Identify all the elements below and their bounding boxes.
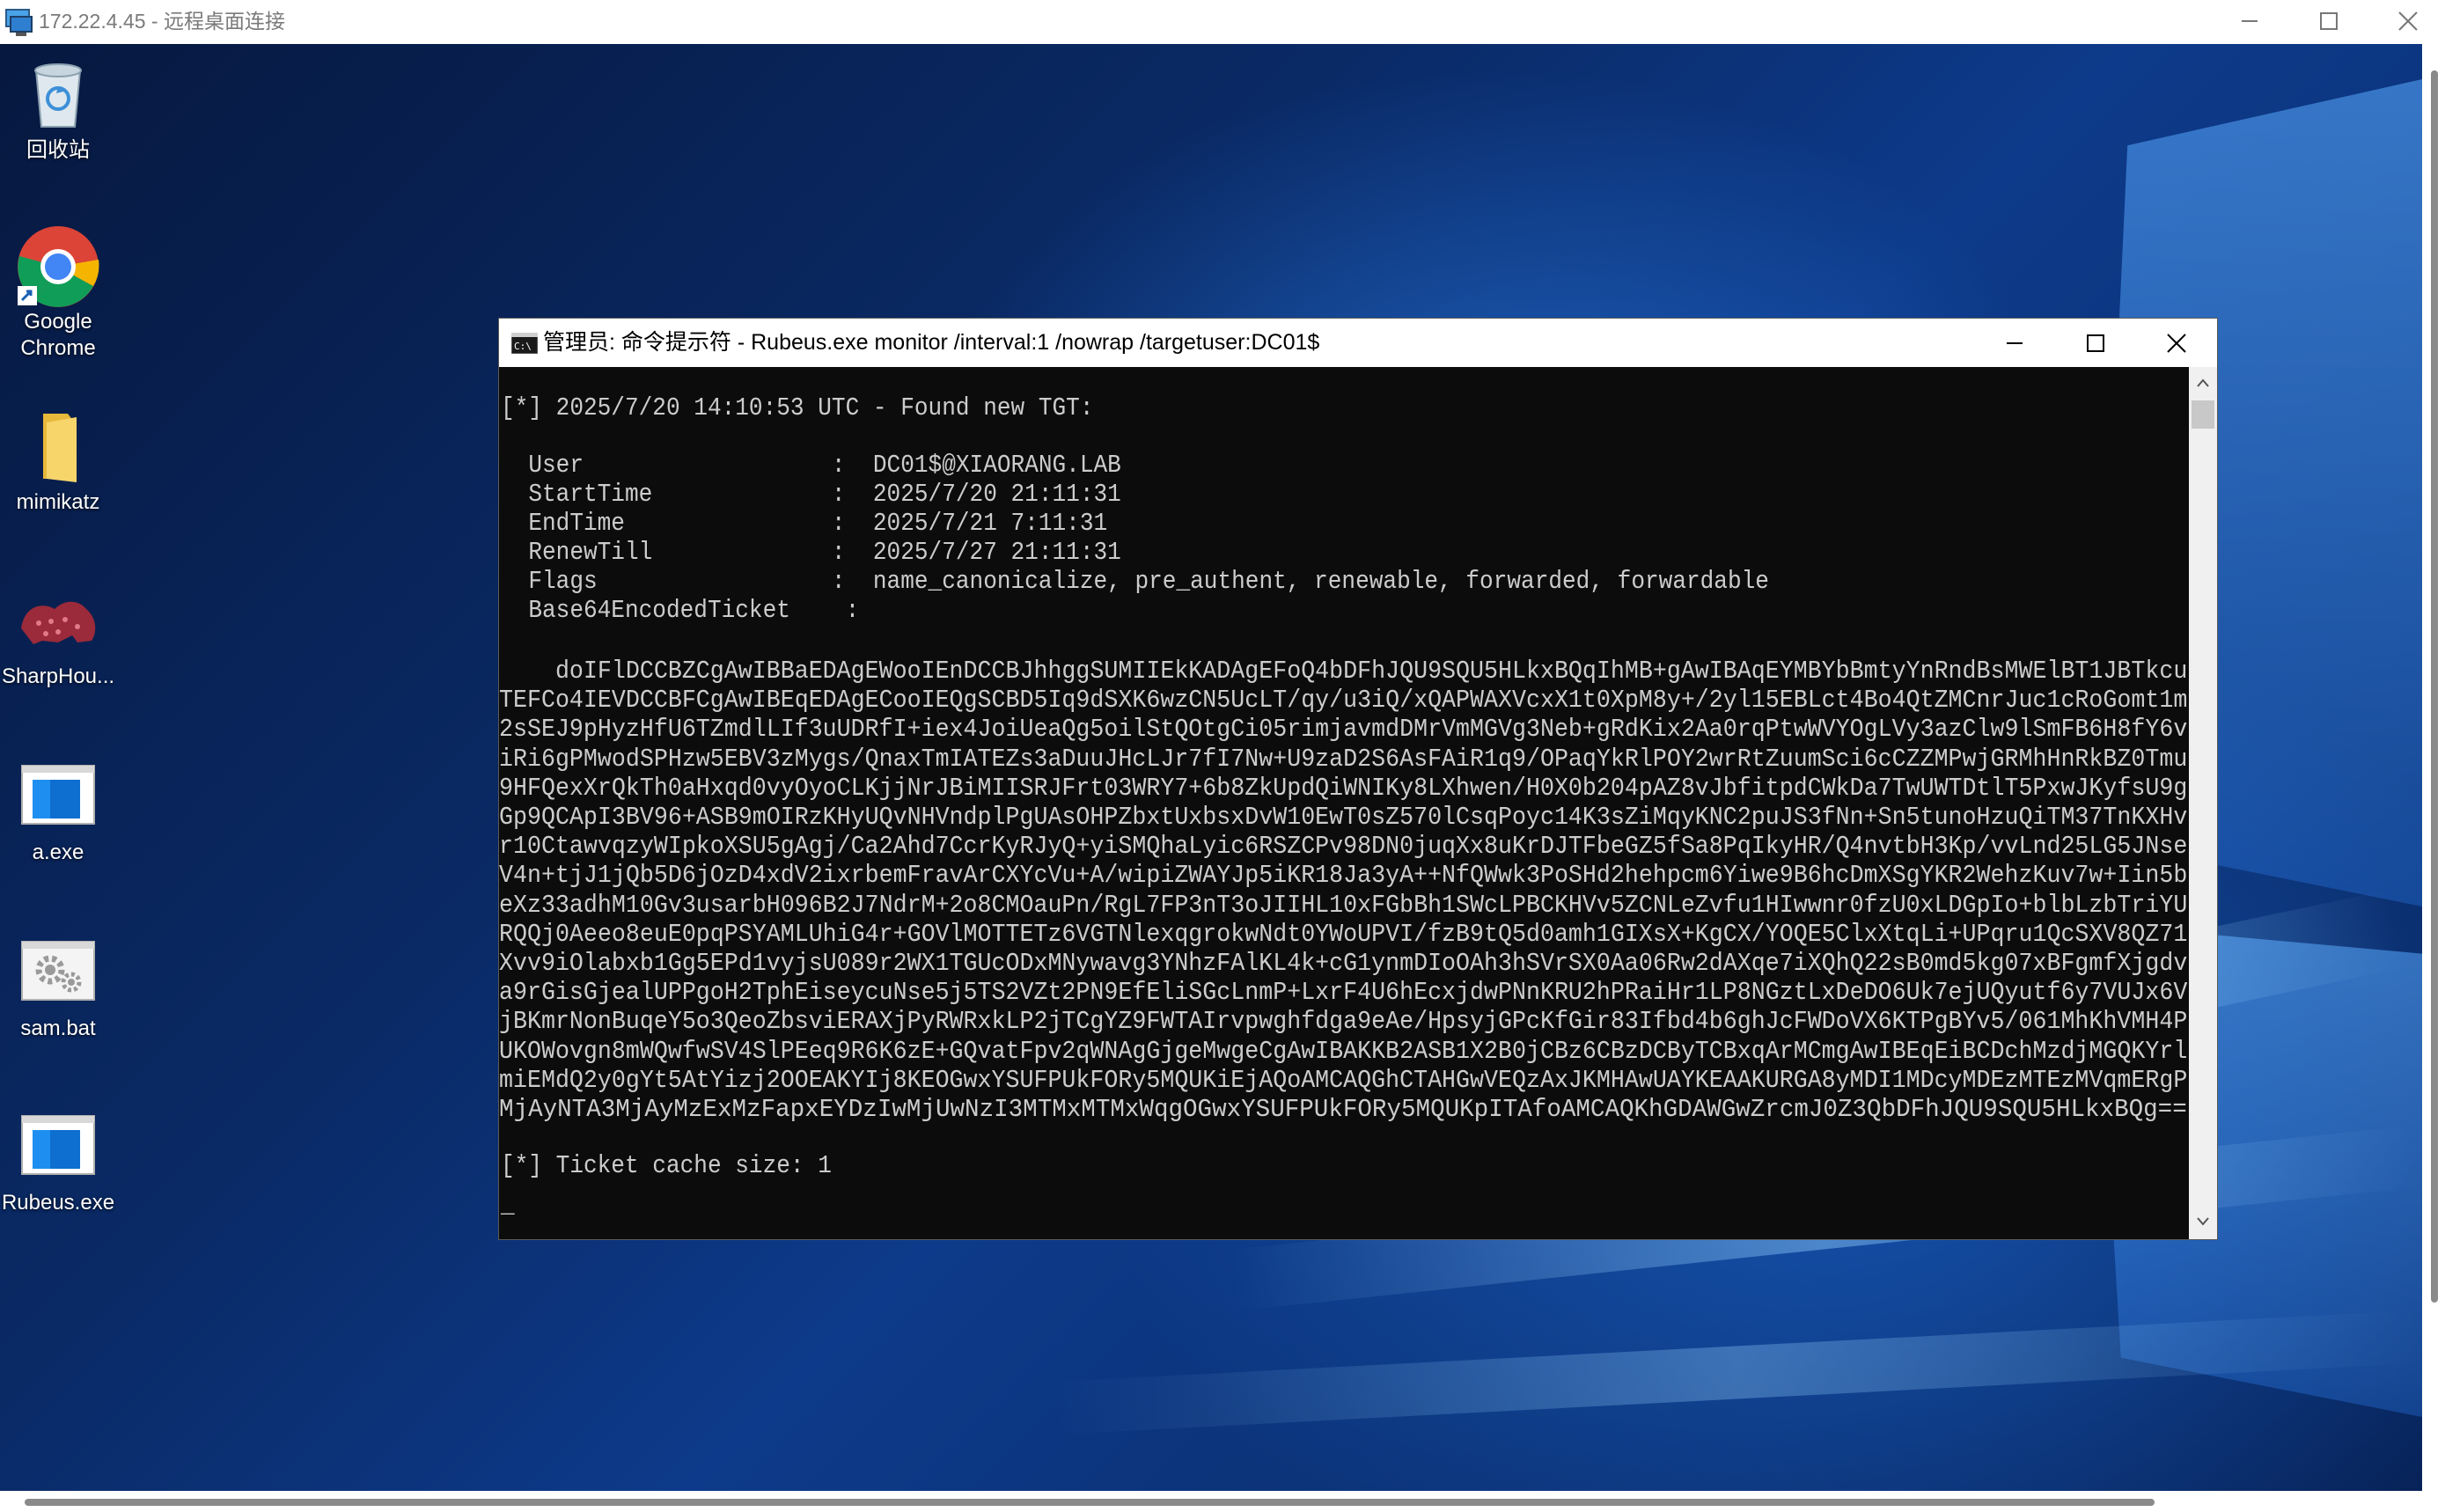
console-output[interactable]: [*] 2025/7/20 14:10:53 UTC - Found new T… <box>499 367 2189 1239</box>
chevron-down-icon <box>2197 1217 2209 1226</box>
chevron-up-icon <box>2197 378 2209 387</box>
folder-icon <box>43 414 77 482</box>
remote-desktop-icon <box>5 9 33 36</box>
ticket-line: r10CtawvqzyWIpkoXSU5gAgj/Ca2Ahd7CcrKyRJy… <box>499 832 2188 862</box>
rdp-window-title: 172.22.4.45 - 远程桌面连接 <box>39 10 285 33</box>
exe-icon <box>21 1115 95 1175</box>
cmd-minimize-button[interactable] <box>1974 319 2055 367</box>
rdp-vertical-scrollbar-thumb[interactable] <box>2431 70 2438 1303</box>
maximize-icon <box>2087 334 2104 352</box>
rdp-titlebar: 172.22.4.45 - 远程桌面连接 <box>0 0 2445 44</box>
console-line-flags: Flags : name_canonicalize, pre_authent, … <box>501 567 1769 596</box>
ticket-line: 2sSEJ9pHyzHfU6TZmdlLIf3uUDRfI+iex4JoiUea… <box>499 715 2188 745</box>
desktop-icon-label: a.exe <box>32 840 84 864</box>
desktop-icon-sharphound[interactable]: SharpHou... <box>0 579 116 690</box>
desktop-icon-label: Rubeus.exe <box>1 1191 115 1215</box>
cmd-window[interactable]: C:\ 管理员: 命令提示符 - Rubeus.exe monitor /int… <box>498 318 2218 1240</box>
recycle-bin-icon <box>34 63 82 128</box>
close-icon <box>2167 333 2186 353</box>
desktop-icon-mimikatz[interactable]: mimikatz <box>0 405 116 516</box>
desktop-icon-label: Google Chrome <box>20 310 96 360</box>
desktop-icon-label: mimikatz <box>16 490 100 514</box>
desktop-icon-recycle-bin[interactable]: 回收站 <box>0 53 116 164</box>
ticket-line: UKOWovgn8mWQwfwSV4SlPEeq9R6K6zE+GQvatFpv… <box>499 1036 2188 1066</box>
svg-text:C:\: C:\ <box>514 341 532 352</box>
ticket-line: Gp9QCApI3BV96+ASB9mOIRzKHyUQvNHVndplPgUA… <box>499 803 2188 832</box>
desktop-icon-google-chrome[interactable]: Google Chrome <box>0 224 116 362</box>
desktop-icon-label: 回收站 <box>26 138 90 162</box>
cmd-scrollbar-thumb[interactable] <box>2192 400 2214 429</box>
console-line-user: User : DC01$@XIAORANG.LAB <box>501 451 1121 480</box>
ticket-line: doIFlDCCBZCgAwIBBaEDAgEWooIEnDCCBJhhggSU… <box>499 657 2188 686</box>
rdp-maximize-button[interactable] <box>2288 0 2369 42</box>
cmd-titlebar[interactable]: C:\ 管理员: 命令提示符 - Rubeus.exe monitor /int… <box>499 319 2217 367</box>
chrome-icon <box>18 226 99 307</box>
rdp-minimize-button[interactable] <box>2209 0 2290 42</box>
console-line-cache-size: [*] Ticket cache size: 1 <box>501 1151 832 1180</box>
cmd-maximize-button[interactable] <box>2055 319 2136 367</box>
desktop-icon-sam-bat[interactable]: sam.bat <box>0 931 116 1042</box>
console-cursor: _ <box>501 1191 515 1220</box>
cmd-scrollbar[interactable] <box>2189 367 2217 1239</box>
ticket-line: iRi6gPMwodSPHzw5EBV3zMygs/QnaxTmIATEZs3a… <box>499 744 2188 774</box>
cmd-close-button[interactable] <box>2136 319 2217 367</box>
desktop-icon-label: SharpHou... <box>1 664 115 688</box>
close-icon <box>2398 11 2418 31</box>
ticket-line: V4n+tjJ1jQb5D6jOzD4xdV2ixrbemFravArCXYcV… <box>499 861 2188 891</box>
ticket-line: 9HFQexXrQkTh0aHxqd0vyOyoCLKjjNrJBiMIISRJ… <box>499 773 2188 803</box>
console-line-base64-label: Base64EncodedTicket : <box>501 596 860 625</box>
wallpaper-beam <box>1054 1310 2420 1435</box>
ticket-line: Xvv9iOlabxb1Gg5EPd1vyjsU089r2WX1TGUcODxM… <box>499 949 2188 978</box>
maximize-icon <box>2320 12 2338 30</box>
ticket-line: eXz33adhM10Gv3usarbH096B2J7NdrM+2o8CMOau… <box>499 890 2188 920</box>
rdp-horizontal-scrollbar[interactable] <box>0 1491 2445 1512</box>
scroll-down-arrow[interactable] <box>2189 1207 2217 1236</box>
ticket-line: TEFCo4IEVDCCBFCgAwIBEqEDAgECooIEQgSCBD5I… <box>499 686 2188 716</box>
exe-icon <box>21 765 95 825</box>
ticket-line: miEMdQ2y0gYt5AtYizj2OOEAKYIj8KEOGwxYSUFP… <box>499 1065 2188 1095</box>
ticket-line: MjAyNTA3MjAyMzExMzFapxEYDzIwMjUwNzI3MTMx… <box>499 1095 2187 1124</box>
desktop-icon-label: sam.bat <box>20 1017 96 1040</box>
rdp-close-button[interactable] <box>2368 0 2445 42</box>
console-line-endtime: EndTime : 2025/7/21 7:11:31 <box>501 509 1108 538</box>
desktop-icon-a-exe[interactable]: a.exe <box>0 755 116 866</box>
sharphound-icon <box>21 601 96 644</box>
rdp-horizontal-scrollbar-thumb[interactable] <box>25 1499 2155 1506</box>
ticket-line: jBKmrNonBuqeY5o3QeoZbsviERAXjPyRWRxkLP2j… <box>499 1007 2188 1037</box>
desktop-icon-rubeus-exe[interactable]: Rubeus.exe <box>0 1105 116 1216</box>
minimize-icon <box>2007 341 2023 344</box>
cmd-icon: C:\ <box>511 333 538 354</box>
scroll-up-arrow[interactable] <box>2189 369 2217 397</box>
console-line-starttime: StartTime : 2025/7/20 21:11:31 <box>501 480 1121 509</box>
cmd-window-title: 管理员: 命令提示符 - Rubeus.exe monitor /interva… <box>543 330 1320 355</box>
console-line-found-tgt: [*] 2025/7/20 14:10:53 UTC - Found new T… <box>501 393 1094 422</box>
ticket-line: RQQj0Aeeo8euE0pqPSYAMLUhiG4r+GOVlMOTTETz… <box>499 919 2188 949</box>
bat-gear-icon <box>21 941 95 1001</box>
console-line-renewtill: RenewTill : 2025/7/27 21:11:31 <box>501 538 1121 567</box>
minimize-icon <box>2242 20 2258 22</box>
ticket-line: a9rGisGjealUPPgoH2TphEiseycuNse5j5TS2VZt… <box>499 978 2188 1008</box>
rdp-vertical-scrollbar[interactable] <box>2422 44 2445 1491</box>
